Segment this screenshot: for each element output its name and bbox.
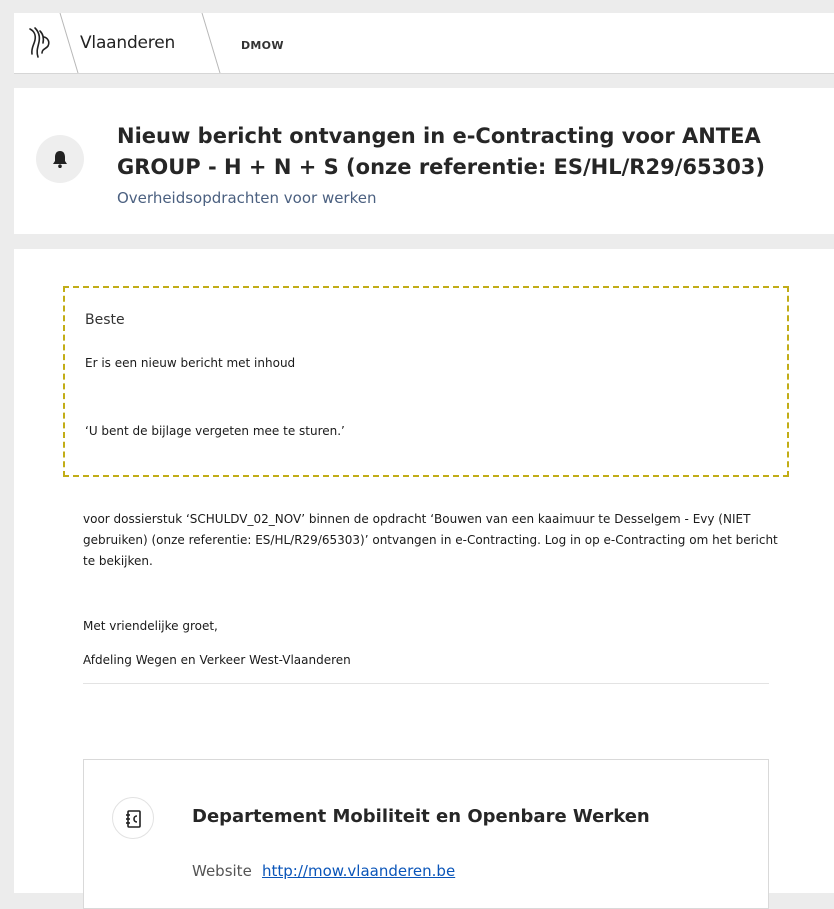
notification-header: Nieuw bericht ontvangen in e-Contracting… xyxy=(14,88,834,234)
message-body: Beste Er is een nieuw bericht met inhoud… xyxy=(14,249,834,909)
notification-subtitle: Overheidsopdrachten voor werken xyxy=(117,189,377,207)
signature-text: Afdeling Wegen en Verkeer West-Vlaandere… xyxy=(83,653,351,667)
header-bar: Vlaanderen DMOW xyxy=(14,13,834,74)
closing-text: Met vriendelijke groet, xyxy=(83,619,218,633)
intro-text: Er is een nieuw bericht met inhoud xyxy=(85,356,296,370)
greeting-text: Beste xyxy=(85,312,125,328)
address-book-icon xyxy=(112,797,154,839)
highlighted-message-box: Beste Er is een nieuw bericht met inhoud… xyxy=(63,286,789,477)
department-name[interactable]: DMOW xyxy=(241,39,284,52)
header-separator xyxy=(58,13,80,73)
website-label: Website xyxy=(192,862,252,880)
divider xyxy=(83,683,769,684)
flemish-lion-logo-icon[interactable] xyxy=(24,23,56,63)
bell-icon xyxy=(36,135,84,183)
website-link[interactable]: http://mow.vlaanderen.be xyxy=(262,862,455,880)
message-paragraph: voor dossierstuk ‘SCHULDV_02_NOV’ binnen… xyxy=(83,512,778,568)
notification-title: Nieuw bericht ontvangen in e-Contracting… xyxy=(117,124,766,179)
organisation-name: Departement Mobiliteit en Openbare Werke… xyxy=(192,806,650,827)
brand-name[interactable]: Vlaanderen xyxy=(80,33,175,53)
quoted-message: ‘U bent de bijlage vergeten mee te sture… xyxy=(85,424,345,438)
header-separator xyxy=(200,13,222,73)
contact-card: Departement Mobiliteit en Openbare Werke… xyxy=(83,759,769,909)
